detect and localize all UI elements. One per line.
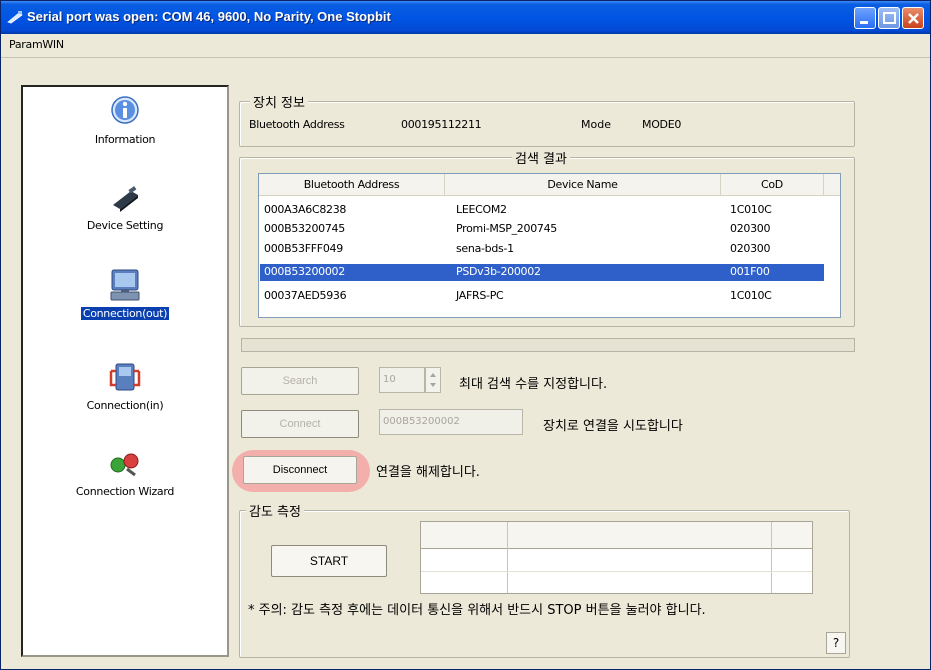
sidebar-item-connection-out[interactable]: Connection(out) (23, 267, 227, 320)
cell-device-name: JAFRS-PC (456, 289, 504, 302)
cell-address: 000B53200002 (264, 265, 345, 278)
sidebar-item-connection-wizard[interactable]: Connection Wizard (23, 445, 227, 498)
sidebar-item-information[interactable]: Information (23, 93, 227, 146)
cell-device-name: LEECOM2 (456, 203, 507, 216)
search-count-spinner[interactable] (425, 367, 441, 393)
main-window: Serial port was open: COM 46, 9600, No P… (0, 0, 931, 670)
cell-cod: 1C010C (730, 289, 772, 302)
cell-address: 00037AED5936 (264, 289, 347, 302)
device-info-group: 장치 정보 Bluetooth Address 000195112211 Mod… (239, 92, 855, 147)
sidebar-label-connection-in: Connection(in) (86, 399, 164, 412)
cell-device-name: sena-bds-1 (456, 242, 514, 255)
sensitivity-note: * 주의: 감도 측정 후에는 데이터 통신을 위해서 반드시 STOP 버튼을… (248, 603, 706, 618)
help-button[interactable]: ? (826, 632, 846, 654)
cell-cod: 1C010C (730, 203, 772, 216)
disconnect-button[interactable]: Disconnect (243, 456, 357, 484)
column-header-address[interactable]: Bluetooth Address (259, 174, 445, 196)
column-header-cod[interactable]: CoD (721, 174, 824, 196)
sidebar-item-connection-in[interactable]: Connection(in) (23, 359, 227, 412)
connect-button[interactable]: Connect (241, 410, 359, 438)
connect-address-input[interactable]: 000B53200002 (379, 409, 523, 435)
bluetooth-address-value: 000195112211 (401, 118, 482, 131)
maximize-button[interactable] (878, 7, 900, 29)
connection-in-icon (109, 363, 141, 391)
serial-port-icon (7, 11, 23, 24)
search-hint: 최대 검색 수를 지정합니다. (459, 377, 608, 392)
menu-bar: ParamWIN (1, 34, 930, 58)
disconnect-hint: 연결을 해제합니다. (376, 465, 480, 480)
cell-cod: 020300 (730, 242, 771, 255)
sidebar-label-connection-wizard: Connection Wizard (75, 485, 175, 498)
sidebar-label-information: Information (94, 133, 156, 146)
grid-header-row (421, 522, 812, 549)
sensitivity-legend: 감도 측정 (246, 501, 304, 520)
search-result-legend: 검색 결과 (512, 148, 570, 167)
device-info-legend: 장치 정보 (250, 92, 308, 111)
table-row[interactable]: 000A3A6C8238 LEECOM2 1C010C (260, 202, 824, 219)
device-list-header: Bluetooth Address Device Name CoD (259, 174, 840, 196)
title-bar[interactable]: Serial port was open: COM 46, 9600, No P… (1, 1, 930, 34)
search-button[interactable]: Search (241, 367, 359, 395)
cell-device-name: PSDv3b-200002 (456, 265, 541, 278)
table-row[interactable]: 000B53FFF049 sena-bds-1 020300 (260, 241, 824, 258)
sensitivity-grid[interactable] (420, 521, 813, 594)
grid-row-divider (421, 571, 812, 572)
connect-hint: 장치로 연결을 시도합니다 (543, 419, 683, 434)
mode-label: Mode (581, 118, 611, 131)
grid-column-divider (771, 522, 772, 593)
mode-value: MODE0 (642, 118, 682, 131)
menu-item-paramwin[interactable]: ParamWIN (9, 38, 64, 51)
search-count-input[interactable]: 10 (379, 367, 425, 393)
info-icon (111, 96, 139, 124)
computer-icon (110, 269, 140, 301)
table-row-selected[interactable]: 000B53200002 PSDv3b-200002 001F00 (260, 264, 824, 281)
bluetooth-address-label: Bluetooth Address (249, 118, 345, 131)
minimize-button[interactable] (854, 7, 876, 29)
table-row[interactable]: 000B53200745 Promi-MSP_200745 020300 (260, 221, 824, 238)
close-button[interactable] (902, 7, 924, 29)
cell-cod: 001F00 (730, 265, 770, 278)
maximize-icon (883, 12, 896, 24)
column-header-device-name[interactable]: Device Name (445, 174, 721, 196)
grid-column-divider (507, 522, 508, 593)
wizard-icon (110, 453, 139, 477)
start-button[interactable]: START (271, 545, 387, 577)
progress-bar (241, 338, 855, 352)
close-icon (908, 13, 919, 24)
device-icon (113, 186, 138, 212)
minimize-icon (860, 21, 868, 24)
sidebar-label-device-setting: Device Setting (86, 219, 164, 232)
cell-address: 000B53FFF049 (264, 242, 343, 255)
cell-address: 000B53200745 (264, 222, 345, 235)
spinner-arrows-icon (430, 373, 436, 387)
cell-device-name: Promi-MSP_200745 (456, 222, 557, 235)
sidebar-nav: Information Device Setting Connection(ou… (21, 85, 229, 657)
window-title: Serial port was open: COM 46, 9600, No P… (27, 9, 391, 24)
cell-address: 000A3A6C8238 (264, 203, 347, 216)
cell-cod: 020300 (730, 222, 771, 235)
sidebar-item-device-setting[interactable]: Device Setting (23, 179, 227, 232)
sidebar-label-connection-out: Connection(out) (80, 307, 170, 320)
device-list[interactable]: Bluetooth Address Device Name CoD 000A3A… (258, 173, 841, 318)
table-row[interactable]: 00037AED5936 JAFRS-PC 1C010C (260, 288, 824, 305)
